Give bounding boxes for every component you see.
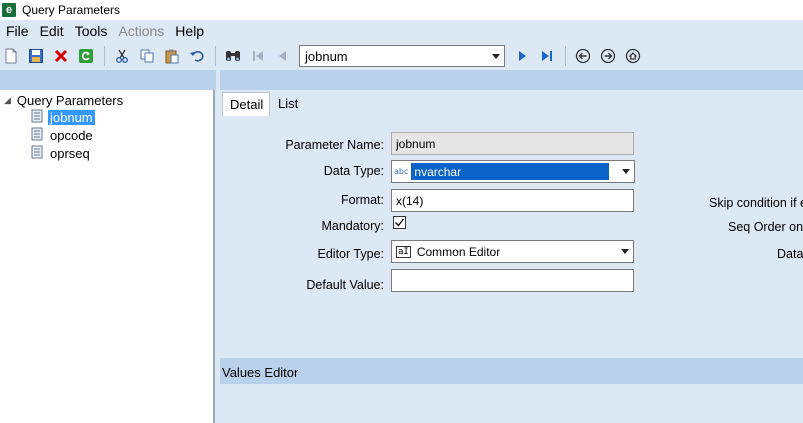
chevron-down-icon[interactable] (618, 162, 634, 182)
checkmark-icon (395, 218, 405, 227)
tree-item-label: jobnum (48, 110, 95, 125)
format-label: Format: (340, 193, 384, 207)
editor-type-label: Editor Type: (317, 247, 384, 261)
tree-item-opcode[interactable]: opcode (30, 127, 95, 144)
parameter-icon (30, 145, 44, 162)
skip-condition-label: Skip condition if e (709, 196, 803, 210)
tree-item-jobnum[interactable]: jobnum (30, 109, 95, 126)
chevron-down-icon[interactable] (617, 242, 633, 262)
last-icon[interactable] (536, 45, 558, 67)
default-value-field[interactable] (391, 269, 634, 292)
title-bar: e Query Parameters (0, 0, 803, 20)
data-type-label: Data Type: (323, 164, 384, 178)
window-title: Query Parameters (22, 3, 121, 17)
delete-icon[interactable] (50, 45, 72, 67)
menu-bar: File Edit Tools Actions Help (0, 20, 803, 42)
menu-edit[interactable]: Edit (34, 23, 69, 39)
menu-actions: Actions (118, 23, 165, 39)
tab-list[interactable]: List (271, 92, 304, 116)
menu-help[interactable]: Help (169, 23, 209, 39)
new-icon[interactable] (0, 45, 22, 67)
collapse-triangle-icon[interactable]: ◢ (4, 95, 11, 106)
back-icon[interactable] (572, 45, 594, 67)
values-editor-body (220, 384, 803, 423)
data-type-value: nvarchar (411, 163, 610, 180)
tree-root-label: Query Parameters (16, 93, 124, 108)
save-icon[interactable] (25, 45, 47, 67)
seq-order-label: Seq Order on (728, 220, 803, 234)
data-label: Data (777, 247, 803, 261)
tree-item-label: opcode (50, 128, 93, 143)
app-logo-icon: e (2, 3, 16, 17)
editor-type-select[interactable]: aI Common Editor (391, 240, 634, 263)
parameter-icon (30, 127, 44, 144)
format-value: x(14) (396, 193, 424, 208)
parameter-icon (30, 109, 44, 126)
cut-icon[interactable] (111, 45, 133, 67)
editor-type-icon: aI (396, 245, 411, 258)
abc-type-icon: abc (394, 167, 409, 176)
menu-file[interactable]: File (0, 23, 34, 39)
undo-icon[interactable] (186, 45, 208, 67)
parameter-name-field[interactable]: jobnum (391, 132, 634, 155)
detail-header-strip (220, 70, 803, 90)
chevron-down-icon[interactable] (488, 46, 504, 66)
refresh-icon[interactable] (75, 45, 97, 67)
prev-icon (272, 45, 294, 67)
record-selector-value: jobnum (305, 48, 348, 64)
home-icon[interactable] (622, 45, 644, 67)
forward-icon[interactable] (597, 45, 619, 67)
toolbar: jobnum (0, 42, 803, 70)
mandatory-label: Mandatory: (321, 219, 384, 233)
menu-tools[interactable]: Tools (69, 23, 113, 39)
first-icon (247, 45, 269, 67)
tree-root[interactable]: ◢ Query Parameters (4, 93, 123, 108)
values-editor-header: Values Editor (220, 358, 803, 384)
detail-panel: Parameter Name: jobnum Data Type: abc nv… (220, 116, 803, 358)
parameter-name-label: Parameter Name: (285, 138, 384, 152)
copy-icon[interactable] (136, 45, 158, 67)
data-type-select[interactable]: abc nvarchar (391, 160, 635, 183)
editor-type-value: Common Editor (416, 244, 501, 259)
tree-panel: ◢ Query Parameters jobnum opcode oprseq (0, 90, 215, 423)
toolbar-separator (215, 46, 216, 66)
toolbar-separator (104, 46, 105, 66)
binoculars-icon[interactable] (222, 45, 244, 67)
tab-bar: Detail List (220, 90, 803, 116)
mandatory-checkbox[interactable] (393, 216, 406, 229)
next-icon[interactable] (511, 45, 533, 67)
tree-item-label: oprseq (50, 146, 90, 161)
default-value-label: Default Value: (306, 278, 384, 292)
paste-icon[interactable] (161, 45, 183, 67)
tree-header-strip (0, 70, 216, 90)
format-field[interactable]: x(14) (391, 189, 634, 212)
record-selector-combo[interactable]: jobnum (299, 45, 505, 67)
parameter-name-value: jobnum (396, 136, 436, 151)
tree-item-oprseq[interactable]: oprseq (30, 145, 92, 162)
toolbar-separator (565, 46, 566, 66)
tab-detail[interactable]: Detail (222, 92, 271, 116)
